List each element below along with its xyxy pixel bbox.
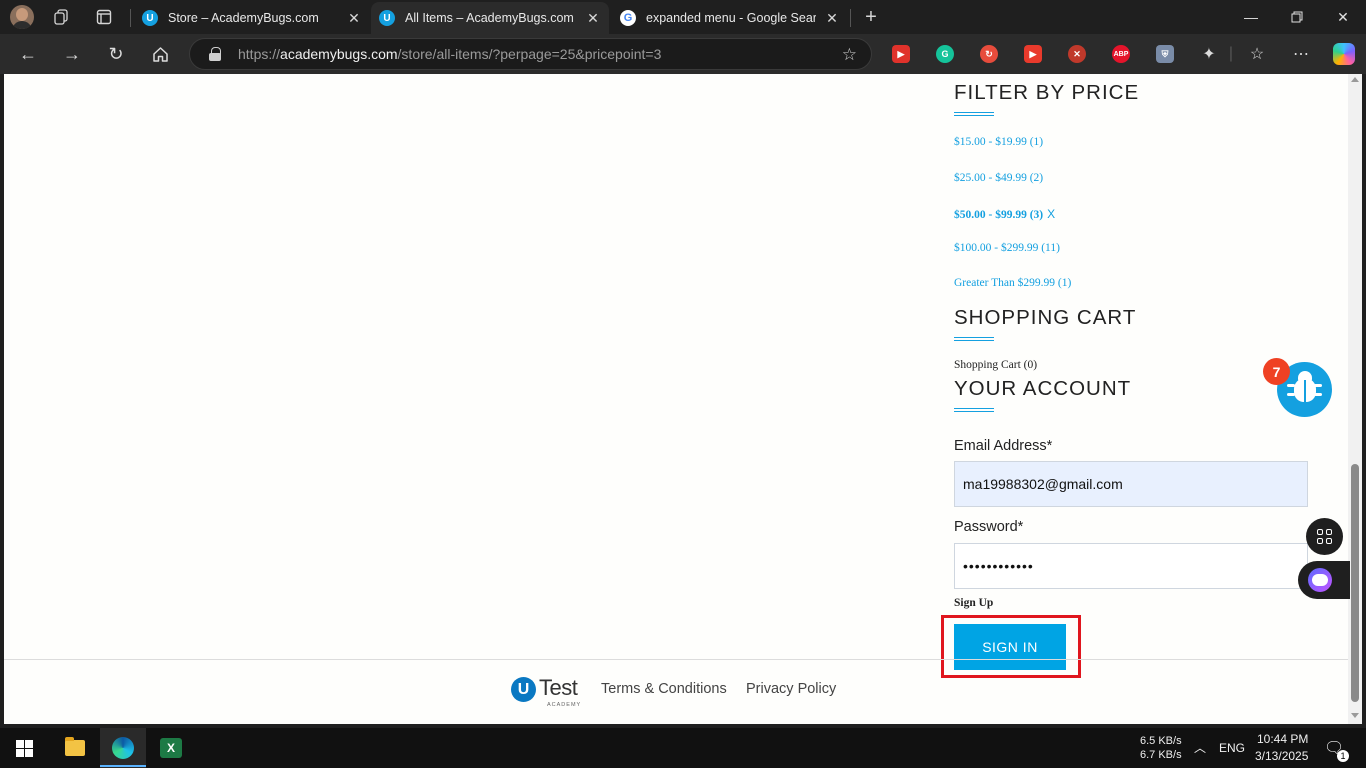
back-icon[interactable]: ← (13, 39, 43, 69)
u-icon: U (142, 10, 158, 26)
logo-subtitle: ACADEMY (547, 702, 582, 708)
title-underline (954, 337, 994, 341)
close-icon[interactable]: ✕ (824, 10, 840, 26)
page-scrollbar[interactable] (1348, 74, 1362, 724)
chevron-up-icon[interactable]: ︿ (1194, 739, 1206, 756)
url-text[interactable]: https://academybugs.com/store/all-items/… (238, 46, 661, 62)
shopping-cart-title: SHOPPING CART (954, 306, 1137, 329)
email-label: Email Address* (954, 438, 1053, 454)
tab-google-search[interactable]: G expanded menu - Google Search ✕ (612, 2, 848, 34)
password-label: Password* (954, 519, 1024, 535)
tab-actions-icon[interactable] (89, 4, 119, 30)
notification-count: 1 (1337, 750, 1349, 762)
title-underline (954, 112, 994, 116)
web-page: FILTER BY PRICE $15.00 - $19.99 (1) $25.… (4, 74, 1348, 724)
filter-by-price-title: FILTER BY PRICE (954, 81, 1140, 104)
edge-icon[interactable] (100, 728, 146, 768)
workspaces-icon[interactable] (47, 4, 77, 30)
u-logo-icon: U (511, 677, 536, 702)
price-filter-25-49[interactable]: $25.00 - $49.99 (2) (954, 172, 1043, 184)
remove-filter-button[interactable]: X (1047, 207, 1055, 221)
price-filter-15-19[interactable]: $15.00 - $19.99 (1) (954, 136, 1043, 148)
price-filter-100-299[interactable]: $100.00 - $299.99 (11) (954, 242, 1060, 254)
tab-title: Store – AcademyBugs.com (168, 11, 319, 25)
clock-time[interactable]: 10:44 PM (1257, 732, 1308, 746)
clock-date[interactable]: 3/13/2025 (1255, 749, 1308, 763)
excel-icon[interactable]: X (148, 728, 194, 768)
lock-icon[interactable] (208, 47, 222, 61)
your-account-title: YOUR ACCOUNT (954, 377, 1132, 400)
password-field[interactable] (954, 543, 1308, 589)
email-field[interactable] (954, 461, 1308, 507)
file-explorer-icon[interactable] (52, 728, 98, 768)
close-icon[interactable]: ✕ (585, 10, 601, 26)
taskbar: X 6.5 KB/s 6.7 KB/s ︿ ENG 10:44 PM 3/13/… (0, 728, 1366, 768)
blocker-icon[interactable]: ✕ (1068, 45, 1086, 63)
net-download: 6.7 KB/s (1140, 749, 1182, 761)
rest-icon[interactable]: ↻ (980, 45, 998, 63)
bug-count-badge[interactable]: 7 (1263, 358, 1290, 385)
browser-toolbar: ← → ↻ https://academybugs.com/store/all-… (0, 34, 1366, 74)
terms-link[interactable]: Terms & Conditions (601, 681, 727, 697)
grammarly-icon[interactable]: G (936, 45, 954, 63)
video-speed-icon[interactable]: ▶ (892, 45, 910, 63)
u-icon: U (379, 10, 395, 26)
extensions-icon[interactable]: ✦ (1198, 43, 1220, 65)
price-filter-50-99-selected[interactable]: $50.00 - $99.99 (3) X (954, 207, 1055, 221)
title-underline (954, 408, 994, 412)
tab-store[interactable]: U Store – AcademyBugs.com ✕ (134, 2, 370, 34)
price-filter-label[interactable]: $50.00 - $99.99 (3) (954, 209, 1043, 221)
minimize-icon[interactable]: — (1228, 0, 1274, 34)
assistant-icon (1308, 568, 1332, 592)
privacy-link[interactable]: Privacy Policy (746, 681, 836, 697)
tab-all-items[interactable]: U All Items – AcademyBugs.com ✕ (371, 2, 609, 34)
favorites-icon[interactable]: ☆ (1246, 43, 1268, 65)
new-tab-button[interactable]: + (856, 4, 886, 30)
refresh-icon[interactable]: ↻ (101, 39, 131, 69)
tab-title: All Items – AcademyBugs.com (405, 11, 574, 25)
price-filter-over-299[interactable]: Greater Than $299.99 (1) (954, 277, 1071, 289)
tab-title: expanded menu - Google Search (646, 11, 816, 25)
scrollbar-thumb[interactable] (1351, 464, 1359, 702)
close-icon[interactable]: ✕ (346, 10, 362, 26)
highlight-annotation-box (941, 615, 1081, 678)
shield-icon[interactable]: ⛨ (1156, 45, 1174, 63)
bookmark-icon[interactable]: ▶ (1024, 45, 1042, 63)
profile-avatar[interactable] (10, 5, 34, 29)
close-window-icon[interactable]: ✕ (1320, 0, 1366, 34)
more-menu-icon[interactable]: ⋯ (1290, 43, 1312, 65)
home-icon[interactable] (145, 39, 175, 69)
apps-grid-icon[interactable] (1306, 518, 1343, 555)
footer-divider (4, 659, 1348, 660)
google-icon: G (620, 10, 636, 26)
address-bar[interactable]: https://academybugs.com/store/all-items/… (189, 38, 872, 70)
adblock-plus-icon[interactable]: ABP (1112, 45, 1130, 63)
start-icon[interactable] (16, 740, 33, 757)
tab-bar: U Store – AcademyBugs.com ✕ U All Items … (0, 0, 1366, 34)
forward-icon[interactable]: → (57, 39, 87, 69)
copilot-icon[interactable] (1333, 43, 1355, 65)
sign-up-link[interactable]: Sign Up (954, 597, 993, 609)
logo-wordmark: Test (539, 675, 578, 700)
shopping-cart-count[interactable]: Shopping Cart (0) (954, 359, 1037, 371)
favorite-star-icon[interactable]: ☆ (842, 45, 857, 65)
net-upload: 6.5 KB/s (1140, 735, 1182, 747)
assistant-widget[interactable] (1298, 561, 1350, 599)
utest-academy-logo[interactable]: U Test ACADEMY (511, 675, 585, 709)
language-indicator[interactable]: ENG (1219, 741, 1245, 755)
restore-icon[interactable] (1274, 0, 1320, 34)
